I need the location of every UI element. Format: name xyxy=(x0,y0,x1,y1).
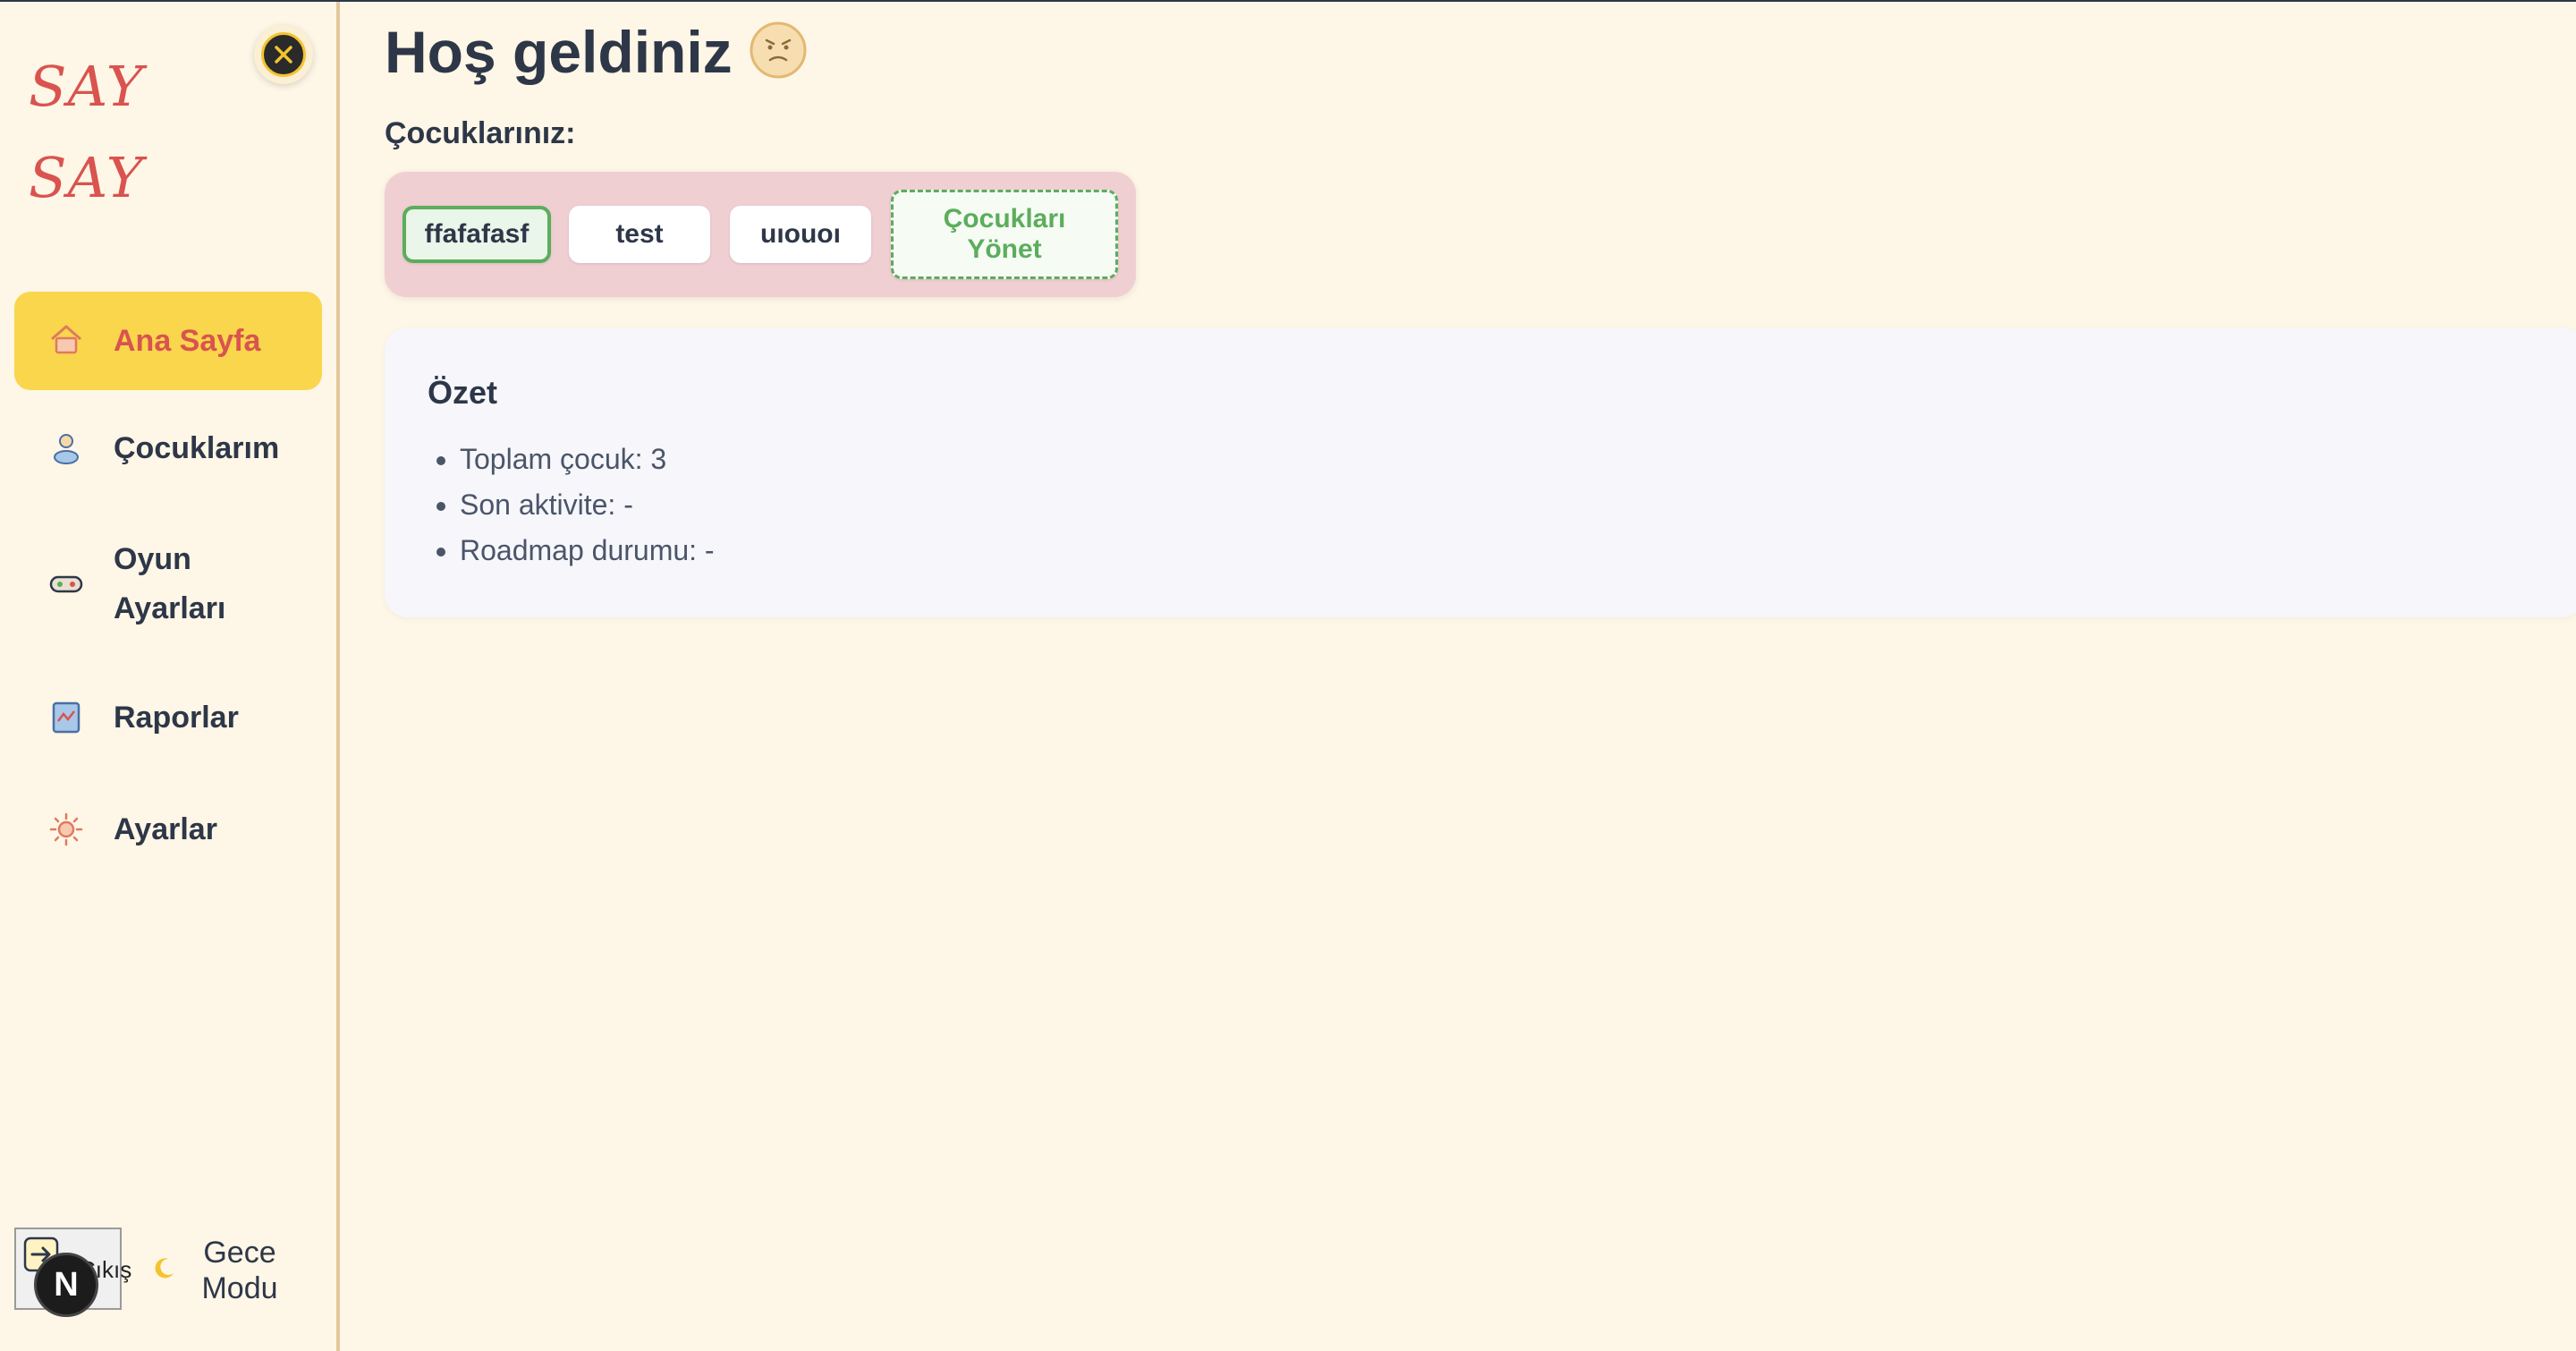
sidebar-item-oyun-ayarlari[interactable]: Oyun Ayarları xyxy=(14,531,322,638)
report-icon xyxy=(48,700,84,735)
kids-label: Çocuklarınız: xyxy=(385,116,576,150)
list-item: Son aktivite: - xyxy=(460,482,715,528)
sidebar: SAY SAY Ana Sayfa Çocuklarım Oyun Ayarla… xyxy=(0,2,340,1351)
welcome-header: Hoş geldiniz xyxy=(385,16,808,88)
manage-kids-button[interactable]: Çocukları Yönet xyxy=(891,190,1118,279)
close-icon xyxy=(261,32,306,77)
gear-icon xyxy=(48,811,84,847)
summary-title: Özet xyxy=(428,374,498,411)
sidebar-item-label: Ana Sayfa xyxy=(114,323,261,358)
user-icon xyxy=(48,430,84,466)
list-item: Roadmap durumu: - xyxy=(460,528,715,574)
close-sidebar-button[interactable] xyxy=(254,25,313,84)
kids-selector: ffafafasf test uıouoı Çocukları Yönet xyxy=(385,172,1136,297)
kid-chip[interactable]: test xyxy=(569,206,710,263)
dev-badge[interactable]: N xyxy=(34,1253,98,1317)
sidebar-footer: Çıkış N Gece Modu xyxy=(14,1228,327,1317)
sidebar-item-label: Oyun Ayarları xyxy=(114,542,226,625)
moon-icon xyxy=(150,1255,177,1287)
kid-chip[interactable]: uıouoı xyxy=(730,206,871,263)
sidebar-item-ana-sayfa[interactable]: Ana Sayfa xyxy=(14,292,322,390)
sidebar-item-label: Çocuklarım xyxy=(114,430,280,465)
night-mode-toggle[interactable]: Gece Modu xyxy=(150,1233,284,1308)
gamepad-icon xyxy=(48,566,84,602)
sidebar-item-raporlar[interactable]: Raporlar xyxy=(14,668,322,767)
page-title: Hoş geldiniz xyxy=(385,19,733,85)
night-mode-label: Gece Modu xyxy=(201,1236,278,1305)
app-logo: SAY SAY xyxy=(29,54,144,210)
summary-card: Özet Toplam çocuk: 3 Son aktivite: - Roa… xyxy=(385,327,2576,617)
kid-chip[interactable]: ffafafasf xyxy=(402,206,551,263)
sidebar-item-cocuklarim[interactable]: Çocuklarım xyxy=(14,399,322,497)
main-content: Hoş geldiniz Çocuklarınız: ffafafasf tes… xyxy=(340,0,2576,1351)
sidebar-item-label: Raporlar xyxy=(114,700,239,735)
summary-list: Toplam çocuk: 3 Son aktivite: - Roadmap … xyxy=(428,437,715,574)
home-icon xyxy=(48,323,84,359)
sidebar-item-label: Ayarlar xyxy=(114,811,217,846)
list-item: Toplam çocuk: 3 xyxy=(460,437,715,482)
sidebar-item-ayarlar[interactable]: Ayarlar xyxy=(14,780,322,879)
smiley-icon xyxy=(749,21,808,84)
